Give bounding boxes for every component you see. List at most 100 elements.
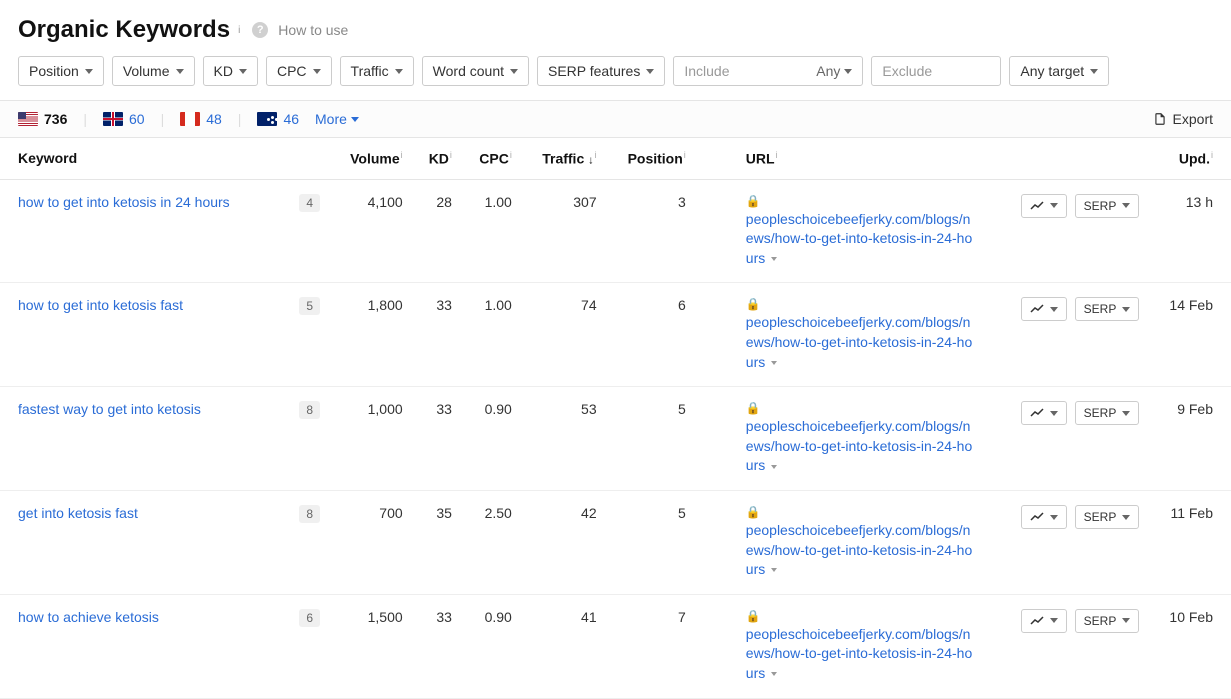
- chevron-down-icon: [1090, 69, 1098, 74]
- help-icon[interactable]: ?: [252, 22, 268, 38]
- col-url[interactable]: URLi: [736, 138, 1010, 179]
- cell-kd: 33: [413, 283, 462, 387]
- how-to-use-link[interactable]: How to use: [278, 22, 348, 38]
- flag-ca-icon: [180, 112, 200, 126]
- kd-badge: 6: [299, 609, 320, 627]
- page-title: Organic Keywords: [18, 16, 230, 44]
- serp-button[interactable]: SERP: [1075, 194, 1140, 218]
- url-link[interactable]: peopleschoicebeefjerky.com/blogs/news/ho…: [746, 521, 976, 580]
- cell-volume: 1,500: [330, 594, 413, 698]
- filter-traffic[interactable]: Traffic: [340, 56, 414, 86]
- cell-upd: 13 h: [1149, 179, 1231, 283]
- cell-kd: 28: [413, 179, 462, 283]
- chevron-down-icon: [646, 69, 654, 74]
- chevron-down-icon: [1050, 411, 1058, 416]
- exclude-input[interactable]: Exclude: [871, 56, 1001, 86]
- chevron-down-icon: [85, 69, 93, 74]
- export-icon: [1153, 112, 1167, 126]
- cell-volume: 4,100: [330, 179, 413, 283]
- chart-button[interactable]: [1021, 609, 1067, 633]
- serp-button[interactable]: SERP: [1075, 401, 1140, 425]
- lock-icon: 🔒: [746, 297, 1000, 311]
- country-gb[interactable]: 60: [103, 111, 145, 127]
- kd-badge: 5: [299, 297, 320, 315]
- cell-kd: 33: [413, 594, 462, 698]
- cell-volume: 1,800: [330, 283, 413, 387]
- col-volume[interactable]: Volumei: [330, 138, 413, 179]
- col-keyword[interactable]: Keyword: [0, 138, 330, 179]
- col-upd[interactable]: Upd.i: [1149, 138, 1231, 179]
- filter-volume[interactable]: Volume: [112, 56, 195, 86]
- include-placeholder: Include: [684, 63, 729, 79]
- table-row: fastest way to get into ketosis 8 1,000 …: [0, 387, 1231, 491]
- url-link[interactable]: peopleschoicebeefjerky.com/blogs/news/ho…: [746, 417, 976, 476]
- serp-button[interactable]: SERP: [1075, 297, 1140, 321]
- lock-icon: 🔒: [746, 401, 1000, 415]
- cell-upd: 14 Feb: [1149, 283, 1231, 387]
- col-traffic[interactable]: Traffic ↓i: [522, 138, 607, 179]
- chevron-down-icon: [771, 257, 777, 261]
- filter-word-count[interactable]: Word count: [422, 56, 529, 86]
- col-cpc[interactable]: CPCi: [462, 138, 522, 179]
- keyword-link[interactable]: how to get into ketosis fast: [18, 297, 183, 313]
- flag-au-icon: [257, 112, 277, 126]
- countries-more[interactable]: More: [315, 111, 359, 127]
- chevron-down-icon: [771, 672, 777, 676]
- chart-button[interactable]: [1021, 401, 1067, 425]
- chart-icon: [1030, 408, 1044, 418]
- serp-button[interactable]: SERP: [1075, 609, 1140, 633]
- col-position[interactable]: Positioni: [607, 138, 696, 179]
- chevron-down-icon: [510, 69, 518, 74]
- chevron-down-icon: [1050, 203, 1058, 208]
- cell-upd: 9 Feb: [1149, 387, 1231, 491]
- filter-position[interactable]: Position: [18, 56, 104, 86]
- flag-us-icon: [18, 112, 38, 126]
- url-link[interactable]: peopleschoicebeefjerky.com/blogs/news/ho…: [746, 313, 976, 372]
- chevron-down-icon: [313, 69, 321, 74]
- export-button[interactable]: Export: [1153, 111, 1213, 127]
- cell-cpc: 0.90: [462, 387, 522, 491]
- url-link[interactable]: peopleschoicebeefjerky.com/blogs/news/ho…: [746, 625, 976, 684]
- lock-icon: 🔒: [746, 194, 1000, 208]
- cell-position: 3: [607, 179, 696, 283]
- chevron-down-icon: [1122, 203, 1130, 208]
- kd-badge: 8: [299, 401, 320, 419]
- chart-button[interactable]: [1021, 505, 1067, 529]
- chevron-down-icon: [1122, 411, 1130, 416]
- keyword-link[interactable]: how to achieve ketosis: [18, 609, 159, 625]
- filter-kd[interactable]: KD: [203, 56, 258, 86]
- keywords-table: Keyword Volumei KDi CPCi Traffic ↓i Posi…: [0, 138, 1231, 699]
- cell-traffic: 42: [522, 491, 607, 595]
- cell-traffic: 74: [522, 283, 607, 387]
- filter-cpc[interactable]: CPC: [266, 56, 332, 86]
- chart-button[interactable]: [1021, 194, 1067, 218]
- cell-volume: 1,000: [330, 387, 413, 491]
- chevron-down-icon: [1122, 618, 1130, 623]
- keyword-link[interactable]: get into ketosis fast: [18, 505, 138, 521]
- country-ca[interactable]: 48: [180, 111, 222, 127]
- lock-icon: 🔒: [746, 505, 1000, 519]
- chevron-down-icon: [176, 69, 184, 74]
- keyword-link[interactable]: fastest way to get into ketosis: [18, 401, 201, 417]
- chevron-down-icon: [239, 69, 247, 74]
- country-us[interactable]: 736: [18, 111, 67, 127]
- chevron-down-icon: [1050, 307, 1058, 312]
- cell-traffic: 53: [522, 387, 607, 491]
- filter-serp-features[interactable]: SERP features: [537, 56, 665, 86]
- cell-traffic: 307: [522, 179, 607, 283]
- url-link[interactable]: peopleschoicebeefjerky.com/blogs/news/ho…: [746, 210, 976, 269]
- table-row: how to achieve ketosis 6 1,500 33 0.90 4…: [0, 594, 1231, 698]
- chevron-down-icon: [771, 568, 777, 572]
- cell-position: 5: [607, 387, 696, 491]
- kd-badge: 8: [299, 505, 320, 523]
- keyword-link[interactable]: how to get into ketosis in 24 hours: [18, 194, 230, 210]
- chart-button[interactable]: [1021, 297, 1067, 321]
- filter-target[interactable]: Any target: [1009, 56, 1109, 86]
- include-input[interactable]: Include Any: [673, 56, 863, 86]
- country-au[interactable]: 46: [257, 111, 299, 127]
- col-kd[interactable]: KDi: [413, 138, 462, 179]
- chevron-down-icon: [1050, 618, 1058, 623]
- cell-kd: 35: [413, 491, 462, 595]
- cell-traffic: 41: [522, 594, 607, 698]
- serp-button[interactable]: SERP: [1075, 505, 1140, 529]
